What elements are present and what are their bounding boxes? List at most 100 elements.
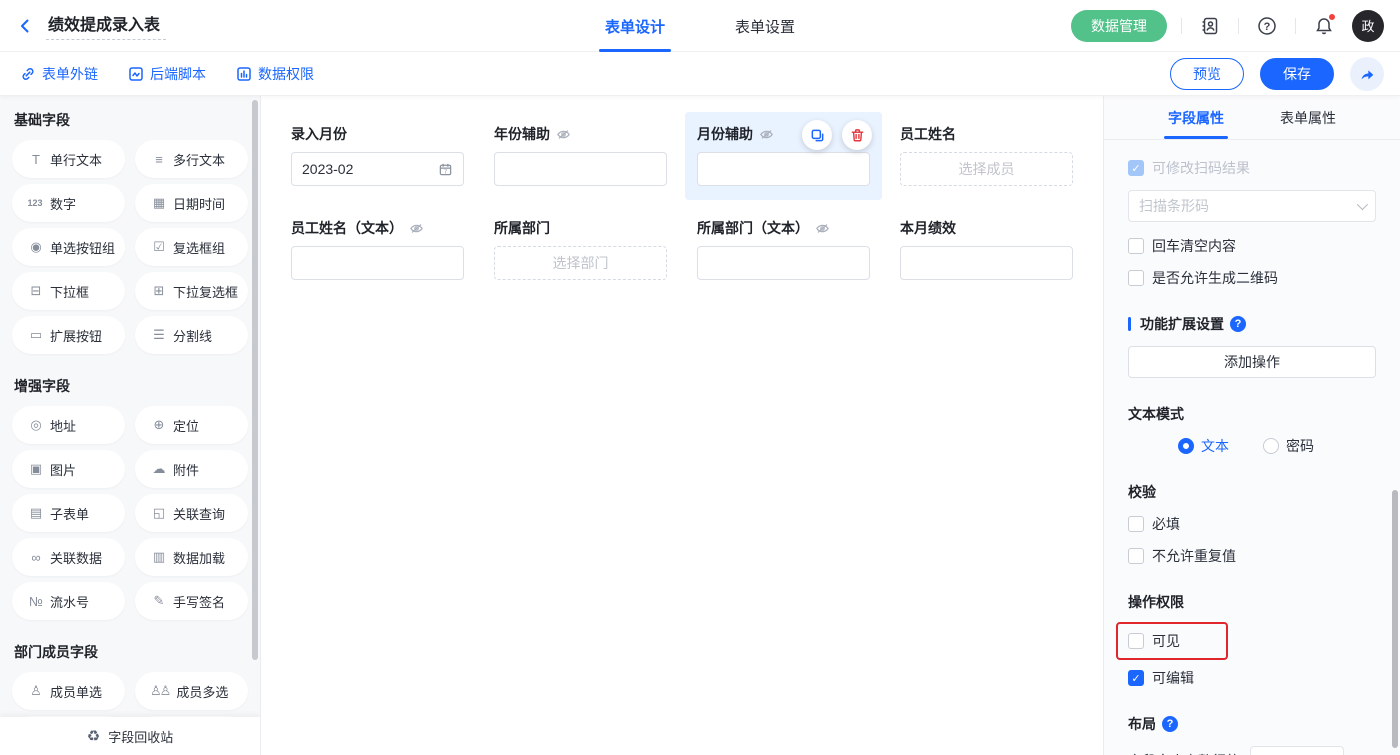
canvas-field[interactable]: 所属部门（文本） <box>685 206 882 294</box>
text-input[interactable] <box>494 152 667 186</box>
canvas-field[interactable]: 录入月份 2023-02 7 <box>279 112 476 200</box>
editable-checkbox[interactable]: ✓ <box>1128 670 1144 686</box>
text-input[interactable] <box>900 246 1073 280</box>
properties-scrollbar[interactable] <box>1392 490 1398 748</box>
canvas-field[interactable]: 员工姓名（文本） <box>279 206 476 294</box>
field-header: 所属部门 <box>494 216 667 240</box>
field-pill[interactable]: ☁ 附件 <box>135 450 248 488</box>
required-checkbox[interactable] <box>1128 516 1144 532</box>
field-type-icon: ▥ <box>150 549 166 565</box>
copy-field-button[interactable] <box>802 120 832 150</box>
field-type-icon: ◉ <box>27 239 43 255</box>
radio-label: 文本 <box>1201 436 1229 456</box>
field-pill[interactable]: ◎ 地址 <box>12 406 125 444</box>
notification-bell-icon[interactable] <box>1310 12 1338 40</box>
field-pill[interactable]: ▣ 图片 <box>12 450 125 488</box>
tab-form-settings[interactable]: 表单设置 <box>735 0 795 52</box>
scan-type-select[interactable]: 扫描条形码 <box>1128 190 1376 222</box>
recycle-icon: ♻ <box>87 727 100 745</box>
field-type-icon: ▤ <box>27 505 43 521</box>
field-pill[interactable]: ▦ 日期时间 <box>135 184 248 222</box>
visible-label: 可见 <box>1152 631 1180 651</box>
allow-qrcode-row: 是否允许生成二维码 <box>1128 268 1376 288</box>
external-link-button[interactable]: 表单外链 <box>20 64 98 84</box>
clear-on-enter-checkbox[interactable] <box>1128 238 1144 254</box>
field-pill-label: 单行文本 <box>50 150 102 169</box>
field-action-buttons <box>802 120 872 150</box>
picker-input[interactable]: 选择成员 <box>900 152 1073 186</box>
text-input[interactable] <box>291 246 464 280</box>
field-pill[interactable]: ♙ 成员单选 <box>12 672 125 710</box>
canvas-field[interactable]: 月份辅助 <box>685 112 882 200</box>
field-pill[interactable]: ✎ 手写签名 <box>135 582 248 620</box>
no-duplicate-checkbox[interactable] <box>1128 548 1144 564</box>
share-button[interactable] <box>1350 57 1384 91</box>
field-pill[interactable]: ☑ 复选框组 <box>135 228 248 266</box>
field-pill[interactable]: ∞ 关联数据 <box>12 538 125 576</box>
delete-field-button[interactable] <box>842 120 872 150</box>
field-pill[interactable]: ≡ 多行文本 <box>135 140 248 178</box>
field-pill-label: 数字 <box>50 194 76 213</box>
extension-section-title: 功能扩展设置 ? <box>1128 314 1376 334</box>
text-mode-options: 文本 密码 <box>1178 436 1376 456</box>
field-pill[interactable]: ⊞ 下拉复选框 <box>135 272 248 310</box>
field-pill[interactable]: ▤ 子表单 <box>12 494 125 532</box>
save-button[interactable]: 保存 <box>1260 58 1334 90</box>
field-pill[interactable]: T 单行文本 <box>12 140 125 178</box>
canvas-field[interactable]: 年份辅助 <box>482 112 679 200</box>
date-input[interactable]: 2023-02 7 <box>291 152 464 186</box>
tab-form-design[interactable]: 表单设计 <box>605 0 665 52</box>
field-pill-label: 子表单 <box>50 504 89 523</box>
field-label: 录入月份 <box>291 124 347 144</box>
help-circle-icon[interactable]: ? <box>1162 716 1178 732</box>
text-input[interactable] <box>697 152 870 186</box>
field-pill[interactable]: ◉ 单选按钮组 <box>12 228 125 266</box>
help-circle-icon[interactable]: ? <box>1230 316 1246 332</box>
form-title[interactable]: 绩效提成录入表 <box>46 11 166 40</box>
canvas-field[interactable]: 所属部门 选择部门 <box>482 206 679 294</box>
add-action-button[interactable]: 添加操作 <box>1128 346 1376 378</box>
tab-form-properties[interactable]: 表单属性 <box>1280 96 1336 139</box>
allow-qrcode-checkbox[interactable] <box>1128 270 1144 286</box>
field-pill-label: 图片 <box>50 460 76 479</box>
field-pill-label: 手写签名 <box>173 592 225 611</box>
preview-button[interactable]: 预览 <box>1170 58 1244 90</box>
data-permission-button[interactable]: 数据权限 <box>236 64 314 84</box>
picker-input[interactable]: 选择部门 <box>494 246 667 280</box>
text-input[interactable] <box>697 246 870 280</box>
field-pill[interactable]: ⊟ 下拉框 <box>12 272 125 310</box>
radio-text-mode[interactable]: 文本 <box>1178 436 1229 456</box>
visible-checkbox[interactable] <box>1128 633 1144 649</box>
field-pill[interactable]: ▥ 数据加载 <box>135 538 248 576</box>
field-header: 员工姓名（文本） <box>291 216 464 240</box>
field-pill[interactable]: ⊕ 定位 <box>135 406 248 444</box>
user-avatar[interactable]: 政 <box>1352 10 1384 42</box>
field-pill[interactable]: № 流水号 <box>12 582 125 620</box>
scan-result-checkbox[interactable]: ✓ <box>1128 160 1144 176</box>
back-button[interactable] <box>16 17 34 35</box>
field-pill[interactable]: ☰ 分割线 <box>135 316 248 354</box>
field-recycle-bin-button[interactable]: ♻ 字段回收站 <box>0 717 260 755</box>
help-icon[interactable]: ? <box>1253 12 1281 40</box>
field-label: 所属部门 <box>494 218 550 238</box>
sidebar-scrollbar[interactable] <box>252 100 258 660</box>
divider <box>1238 18 1239 34</box>
data-manage-button[interactable]: 数据管理 <box>1071 10 1167 42</box>
editable-row: ✓ 可编辑 <box>1128 668 1376 688</box>
tab-field-properties[interactable]: 字段属性 <box>1168 96 1224 139</box>
backend-script-button[interactable]: 后端脚本 <box>128 64 206 84</box>
field-pill[interactable]: ◱ 关联查询 <box>135 494 248 532</box>
field-type-icon: ⊟ <box>27 283 43 299</box>
form-canvas[interactable]: 录入月份 2023-02 7 <box>260 96 1104 755</box>
share-arrow-icon <box>1358 65 1376 83</box>
field-pill-label: 流水号 <box>50 592 89 611</box>
field-width-select[interactable]: 1/4 <box>1250 746 1344 755</box>
radio-password-mode[interactable]: 密码 <box>1263 436 1314 456</box>
field-pill[interactable]: ▭ 扩展按钮 <box>12 316 125 354</box>
canvas-field[interactable]: 本月绩效 <box>888 206 1085 294</box>
field-header: 录入月份 <box>291 122 464 146</box>
canvas-field[interactable]: 员工姓名 选择成员 <box>888 112 1085 200</box>
field-pill[interactable]: ♙♙ 成员多选 <box>135 672 248 710</box>
field-pill[interactable]: 123 数字 <box>12 184 125 222</box>
address-book-icon[interactable] <box>1196 12 1224 40</box>
